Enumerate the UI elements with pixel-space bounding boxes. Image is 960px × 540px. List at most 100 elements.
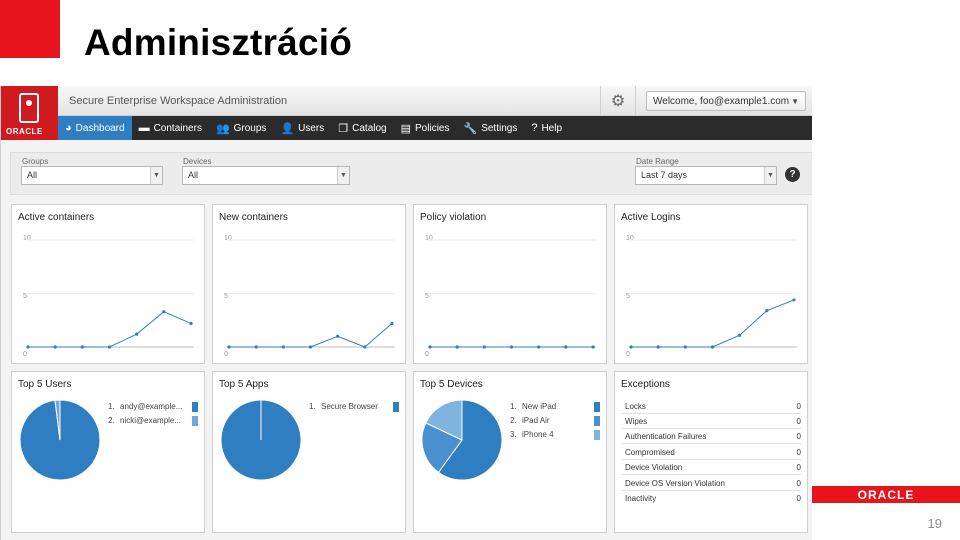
data-point[interactable] [792,298,796,302]
nav-containers[interactable]: ▬ Containers [132,116,209,140]
app-title: Secure Enterprise Workspace Administrati… [69,95,288,107]
exception-row: Device Violation 0 [621,460,801,475]
data-point[interactable] [363,345,367,349]
panel-title: Top 5 Apps [219,379,269,390]
line-chart-panel: New containers 10 5 0 [212,204,406,364]
phone-icon [19,93,39,123]
red-corner-tab [0,0,60,58]
dashboard-icon: ◕ [65,122,72,134]
legend-swatch [192,416,198,426]
chevron-down-icon: ▼ [791,97,799,106]
data-point[interactable] [482,345,486,349]
data-point[interactable] [254,345,258,349]
nav-dashboard[interactable]: ◕ Dashboard [58,116,132,140]
filter-bar: Groups All ▼ Devices All ▼ Date Range Last… [10,152,812,195]
legend-item[interactable]: 3. iPhone 4 [510,430,554,439]
data-point[interactable] [80,345,84,349]
exception-row: Locks 0 [621,399,801,414]
series-line [631,299,795,348]
data-point[interactable] [281,345,285,349]
container-icon: ▬ [138,122,150,134]
legend-swatch [393,402,399,412]
data-point[interactable] [455,345,459,349]
data-point[interactable] [629,345,633,349]
oracle-app-logo[interactable]: ORACLE [1,86,58,140]
date-range-label: Date Range [636,157,679,166]
question-icon: ? [531,122,538,134]
top-users-panel: Top 5 Users 1. andy@example... 2. nicki@ex… [11,371,205,533]
data-point[interactable] [591,345,595,349]
nav-policies[interactable]: ▤ Policies [394,116,457,140]
user-menu-dropdown[interactable]: Welcome, foo@example1.com ▼ [646,91,806,111]
line-chart [26,239,194,349]
exception-row: Compromised 0 [621,445,801,460]
devices-filter-label: Devices [183,157,212,166]
line-chart-panel: Active containers 10 5 0 [11,204,205,364]
catalog-icon: ❐ [338,122,349,135]
slide-title: Adminisztráció [84,22,353,63]
gear-icon: ⚙ [610,93,626,110]
main-nav: ◕ Dashboard ▬ Containers 👥 Groups 👤 Users ❐ C… [58,116,812,140]
data-point[interactable] [308,345,313,349]
chevron-down-icon: ▼ [337,167,349,184]
data-point[interactable] [765,309,769,313]
data-point[interactable] [537,345,541,349]
app-header: Secure Enterprise Workspace Administrati… [58,86,812,116]
data-point[interactable] [428,345,432,349]
settings-gear-button[interactable]: ⚙ [600,86,636,116]
legend-item[interactable]: 1. andy@example... [108,402,182,411]
data-point[interactable] [107,345,112,349]
line-chart [629,239,797,349]
date-range-select[interactable]: Last 7 days ▼ [635,166,777,185]
exception-row: Wipes 0 [621,414,801,429]
data-point[interactable] [162,310,166,314]
nav-label: Policies [415,122,450,134]
groups-select[interactable]: All ▼ [21,166,163,185]
user-icon: 👤 [280,122,295,135]
data-point[interactable] [390,321,394,326]
nav-settings[interactable]: 🔧 Settings [456,116,524,140]
nav-label: Groups [233,122,267,134]
data-point[interactable] [683,345,687,349]
nav-catalog[interactable]: ❐ Catalog [331,116,393,140]
data-point[interactable] [738,333,742,337]
panel-title: Top 5 Users [18,379,72,390]
legend-swatch [594,402,600,412]
legend-item[interactable]: 2. iPad Air [510,416,550,425]
legend-item[interactable]: 2. nicki@example... [108,416,181,425]
data-point[interactable] [227,345,231,349]
oracle-footer-logo: ORACLE [812,486,960,503]
slide: Adminisztráció ORACLE Secure Enterprise … [0,0,960,540]
nav-users[interactable]: 👤 Users [273,116,331,140]
data-point[interactable] [336,334,340,338]
help-icon[interactable]: ? [785,167,800,182]
nav-groups[interactable]: 👥 Groups [209,116,274,140]
nav-label: Users [298,122,325,134]
exception-row: Authentication Failures 0 [621,429,801,444]
legend-item[interactable]: 1. Secure Browser [309,402,378,411]
legend-item[interactable]: 1. New iPad [510,402,556,411]
data-point[interactable] [135,332,139,336]
data-point[interactable] [656,345,660,349]
data-point[interactable] [26,345,30,349]
series-line [229,323,393,348]
data-point[interactable] [710,345,715,349]
top-apps-panel: Top 5 Apps 1. Secure Browser [212,371,406,533]
chevron-down-icon: ▼ [150,167,162,184]
data-point[interactable] [189,321,193,326]
legend-swatch [594,430,600,440]
nav-label: Settings [481,122,518,134]
data-point[interactable] [564,345,568,349]
exceptions-panel: Exceptions Locks 0 Wipes 0 Authentication … [614,371,808,533]
page-number: 19 [927,516,942,531]
nav-help[interactable]: ? Help [524,116,569,140]
data-point[interactable] [509,345,514,349]
data-point[interactable] [53,345,57,349]
groups-select-value: All [27,170,38,180]
panel-title: Top 5 Devices [420,379,483,390]
footer-logo-text: ORACLE [857,487,915,502]
devices-select[interactable]: All ▼ [182,166,350,185]
line-chart-panel: Active Logins 10 5 0 [614,204,808,364]
panel-title: Exceptions [621,379,670,390]
nav-label: Dashboard [75,122,125,134]
